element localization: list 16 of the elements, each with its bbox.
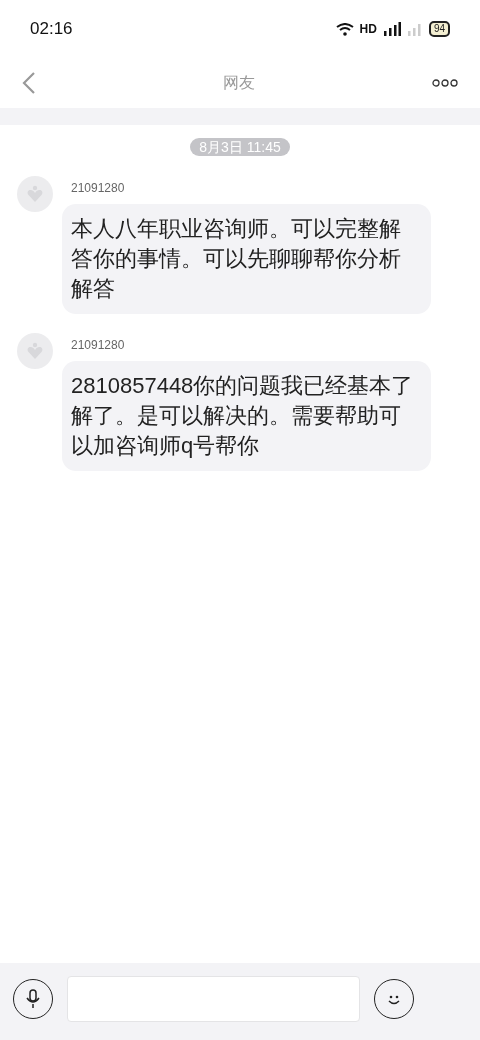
message-input[interactable] bbox=[67, 975, 360, 1022]
sender-name: 21091280 bbox=[71, 180, 126, 197]
more-icon bbox=[432, 79, 458, 87]
message-bubble: 本人八年职业咨询师。可以完整解答你的事情。可以先聊聊帮你分析解答 bbox=[62, 204, 431, 314]
back-icon bbox=[22, 71, 36, 95]
battery-indicator: 94 bbox=[428, 21, 450, 37]
sender-name: 21091280 bbox=[71, 337, 126, 354]
signal-icon bbox=[382, 22, 401, 36]
signal-icon bbox=[406, 22, 423, 36]
network-label: HD bbox=[359, 21, 377, 38]
microphone-icon bbox=[25, 988, 41, 1009]
chat-title: 网友 bbox=[223, 73, 255, 93]
message-bubble: 2810857448你的问题我已经基本了解了。是可以解决的。需要帮助可以加咨询师q号帮你 bbox=[62, 361, 431, 471]
status-time: 02:16 bbox=[30, 18, 73, 41]
more-button[interactable] bbox=[432, 79, 458, 87]
wifi-icon bbox=[335, 22, 354, 36]
